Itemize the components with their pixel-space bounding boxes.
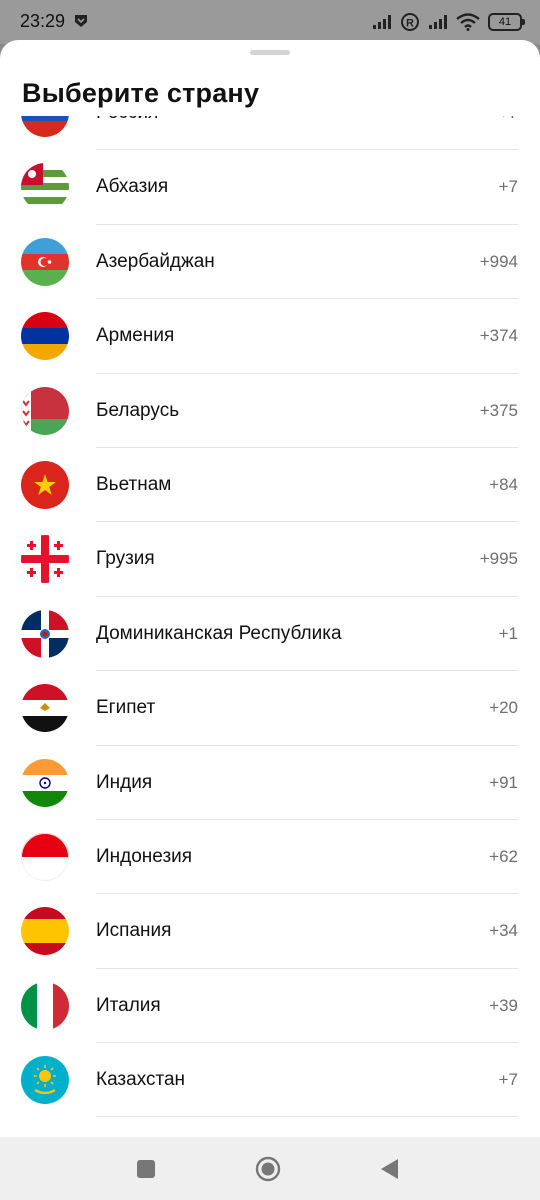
- country-name: Азербайджан: [96, 250, 215, 272]
- dial-code: +20: [489, 698, 518, 718]
- country-name: Индонезия: [96, 845, 193, 867]
- country-row-kazakhstan[interactable]: Казахстан +7: [0, 1043, 540, 1118]
- country-row-vietnam[interactable]: Вьетнам +84: [0, 448, 540, 523]
- country-row-russia[interactable]: Россия +7: [0, 116, 540, 151]
- country-name: Россия: [96, 116, 158, 124]
- egypt-flag-icon: [21, 684, 69, 733]
- country-row-indonesia[interactable]: Индонезия +62: [0, 820, 540, 895]
- country-name: Беларусь: [96, 399, 180, 421]
- dial-code: +375: [479, 400, 518, 420]
- country-name: Вьетнам: [96, 473, 172, 495]
- dial-code: +62: [489, 846, 518, 866]
- back-triangle-icon[interactable]: [376, 1155, 404, 1183]
- country-name: Абхазия: [96, 176, 169, 198]
- dial-code: +7: [498, 1070, 518, 1090]
- svg-text:R: R: [406, 18, 414, 30]
- dial-code: +995: [479, 549, 518, 569]
- india-flag-icon: [21, 758, 69, 807]
- country-row-spain[interactable]: Испания +34: [0, 894, 540, 969]
- country-row-abkhazia[interactable]: Абхазия +7: [0, 150, 540, 225]
- italy-flag-icon: [21, 981, 69, 1030]
- country-name: Египет: [96, 697, 156, 719]
- country-row-azerbaijan[interactable]: Азербайджан +994: [0, 225, 540, 300]
- country-name: Грузия: [96, 548, 155, 570]
- country-row-india[interactable]: Индия +91: [0, 746, 540, 820]
- status-bar: 23:29 R 41: [0, 0, 540, 44]
- notification-app-icon: [75, 15, 87, 27]
- dial-code: +84: [489, 474, 518, 494]
- battery-icon: 41: [488, 13, 525, 31]
- dial-code: +374: [479, 326, 518, 346]
- country-list-viewport[interactable]: Россия +7 Абхазия +7: [0, 116, 540, 1137]
- country-name: Казахстан: [96, 1069, 186, 1091]
- roaming-icon: R: [401, 13, 419, 31]
- country-row-italy[interactable]: Италия +39: [0, 969, 540, 1044]
- battery-level: 41: [498, 16, 512, 28]
- country-name: Армения: [96, 325, 175, 347]
- system-nav-bar: [0, 1137, 540, 1200]
- azerbaijan-flag-icon: [21, 237, 69, 286]
- country-row-dominican-republic[interactable]: Доминиканская Республика +1: [0, 597, 540, 672]
- dominican-republic-flag-icon: [21, 609, 69, 658]
- country-name: Индия: [96, 771, 153, 793]
- home-circle-icon[interactable]: [254, 1155, 282, 1183]
- dial-code: +34: [489, 921, 518, 941]
- belarus-flag-icon: [21, 386, 69, 435]
- sheet-title: Выберите страну: [22, 78, 260, 108]
- georgia-flag-icon: [21, 535, 69, 584]
- country-row-egypt[interactable]: Египет +20: [0, 671, 540, 746]
- dial-code: +91: [489, 772, 518, 792]
- status-time: 23:29: [20, 11, 66, 31]
- country-row-belarus[interactable]: Беларусь +375: [0, 374, 540, 448]
- abkhazia-flag-icon: [21, 163, 69, 212]
- recents-square-icon[interactable]: [132, 1155, 160, 1183]
- country-picker-sheet: Выберите страну Россия +7 Абхазия +7: [0, 40, 540, 1137]
- dial-code: +994: [479, 251, 518, 271]
- country-row-georgia[interactable]: Грузия +995: [0, 522, 540, 597]
- row-divider: [96, 1116, 518, 1118]
- country-name: Доминиканская Республика: [96, 622, 342, 644]
- spain-flag-icon: [21, 907, 69, 956]
- indonesia-flag-icon: [21, 832, 69, 881]
- signal-2-icon: [429, 15, 447, 29]
- kazakhstan-flag-icon: [21, 1056, 69, 1105]
- wifi-icon: [456, 13, 480, 31]
- signal-1-icon: [373, 15, 391, 29]
- dial-code: +39: [489, 995, 518, 1015]
- dial-code: +1: [498, 623, 518, 643]
- dial-code: +7: [498, 177, 518, 197]
- dial-code: +7: [499, 116, 518, 123]
- armenia-flag-icon: [21, 312, 69, 361]
- russia-flag-icon: [21, 116, 69, 137]
- drag-handle[interactable]: [250, 50, 290, 55]
- country-row-armenia[interactable]: Армения +374: [0, 299, 540, 374]
- country-list: Россия +7 Абхазия +7: [0, 116, 540, 1118]
- country-name: Италия: [96, 994, 161, 1016]
- country-name: Испания: [96, 920, 172, 942]
- vietnam-flag-icon: [21, 460, 69, 509]
